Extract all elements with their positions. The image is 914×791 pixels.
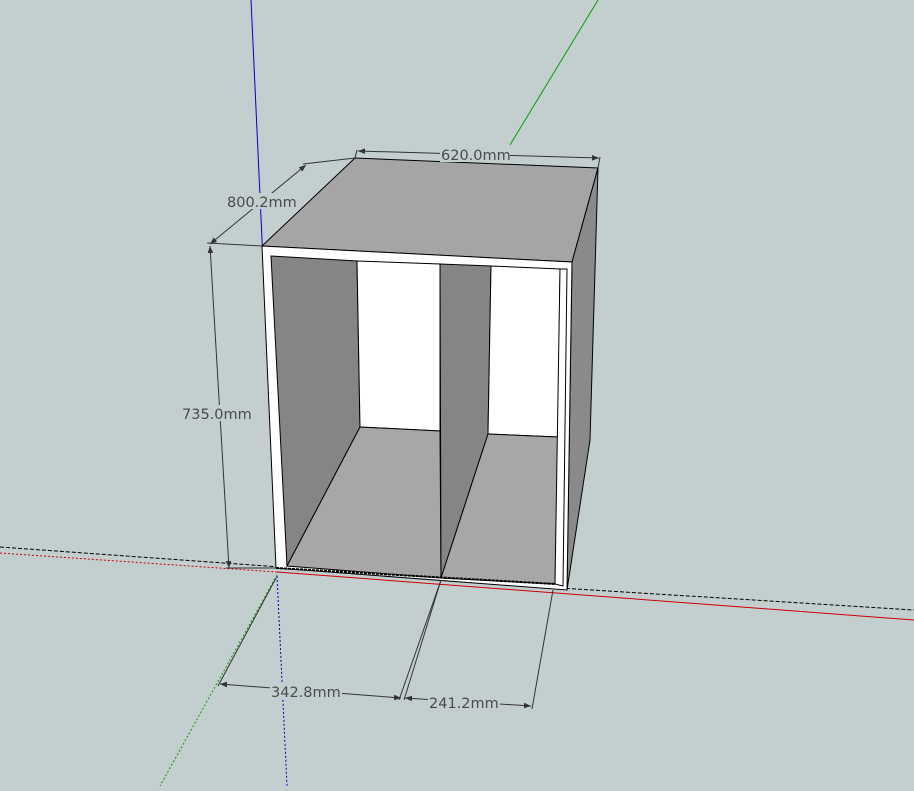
x-axis xyxy=(276,571,914,621)
z-axis-negative xyxy=(276,575,288,787)
dim-right-ext-b xyxy=(531,589,554,710)
dim-right-label: 241.2mm xyxy=(429,696,499,712)
cabinet-model[interactable] xyxy=(260,157,599,591)
dim-depth-label: 800.2mm xyxy=(227,195,297,211)
x-axis-negative xyxy=(0,552,278,573)
y-axis-negative xyxy=(159,574,278,787)
dim-width-label: 620.0mm xyxy=(441,148,511,164)
y-axis xyxy=(509,0,599,146)
back-panel-left[interactable] xyxy=(356,260,441,432)
dim-depth-ext-top xyxy=(302,157,356,165)
dim-width-ext-left xyxy=(354,149,358,159)
dim-depth-ext-bottom xyxy=(206,242,263,247)
dim-width-ext-right xyxy=(597,156,601,169)
dim-left-label: 342.8mm xyxy=(271,685,341,701)
dim-right-compartment[interactable]: 241.2mm xyxy=(403,579,554,712)
dim-height[interactable]: 735.0mm xyxy=(181,245,276,569)
dim-left-ext-a xyxy=(217,577,277,687)
dim-left-ext-b xyxy=(398,579,442,701)
dim-right-ext-a xyxy=(403,579,442,701)
scene-canvas[interactable]: 620.0mm 800.2mm 735.0mm 342.8mm 241.2mm xyxy=(0,0,914,787)
back-panel-right[interactable] xyxy=(487,265,561,438)
model-viewport[interactable]: 620.0mm 800.2mm 735.0mm 342.8mm 241.2mm xyxy=(0,0,914,787)
dim-left-compartment[interactable]: 342.8mm xyxy=(217,577,442,701)
top-face[interactable] xyxy=(260,157,599,263)
dim-height-label: 735.0mm xyxy=(182,407,252,423)
inference-line xyxy=(0,546,281,568)
